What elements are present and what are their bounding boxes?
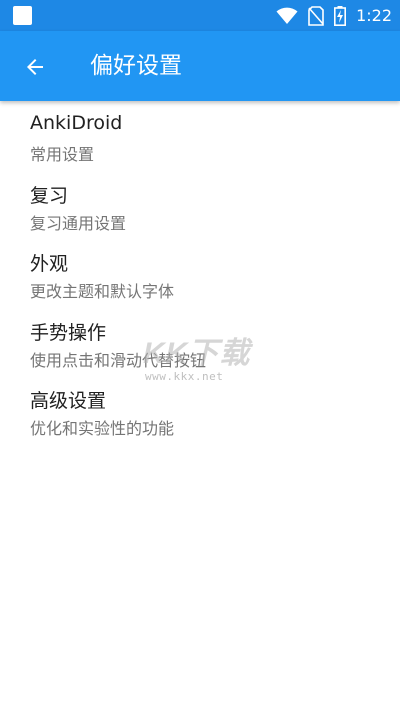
page-title: 偏好设置: [90, 53, 182, 79]
pref-item-appearance[interactable]: 外观 更改主题和默认字体: [0, 238, 400, 307]
app-notification-icon: [13, 6, 32, 25]
pref-title: 高级设置: [30, 390, 107, 412]
no-sim-icon: [308, 5, 324, 26]
pref-summary: 常用设置: [30, 145, 95, 164]
battery-charging-icon: [334, 5, 347, 26]
status-icons: 1:22: [276, 0, 392, 31]
pref-title: 外观: [30, 253, 69, 275]
pref-summary: 优化和实验性的功能: [30, 419, 175, 438]
pref-item-review[interactable]: 复习 复习通用设置: [0, 170, 400, 239]
pref-item-ankidroid[interactable]: AnkiDroid 常用设置: [0, 101, 400, 170]
pref-summary: 更改主题和默认字体: [30, 282, 175, 301]
app-bar: 偏好设置: [0, 31, 400, 101]
pref-title: 手势操作: [30, 321, 107, 344]
back-button[interactable]: [18, 50, 52, 84]
arrow-left-icon: [27, 59, 43, 75]
pref-title: 复习: [30, 184, 69, 207]
pref-item-advanced[interactable]: 高级设置 优化和实验性的功能: [0, 375, 400, 444]
screen: 1:22 偏好设置 AnkiDroid 常用设置 复习 复习通用设置 外观 更改…: [0, 0, 400, 711]
wifi-icon: [276, 7, 298, 24]
status-time: 1:22: [356, 6, 392, 25]
pref-item-gestures[interactable]: 手势操作 使用点击和滑动代替按钮: [0, 307, 400, 376]
pref-summary: 复习通用设置: [30, 213, 127, 233]
pref-title: AnkiDroid: [30, 112, 123, 134]
preference-list: AnkiDroid 常用设置 复习 复习通用设置 外观 更改主题和默认字体 手势…: [0, 101, 400, 444]
pref-summary: 使用点击和滑动代替按钮: [30, 350, 207, 370]
status-bar: 1:22: [0, 0, 400, 31]
